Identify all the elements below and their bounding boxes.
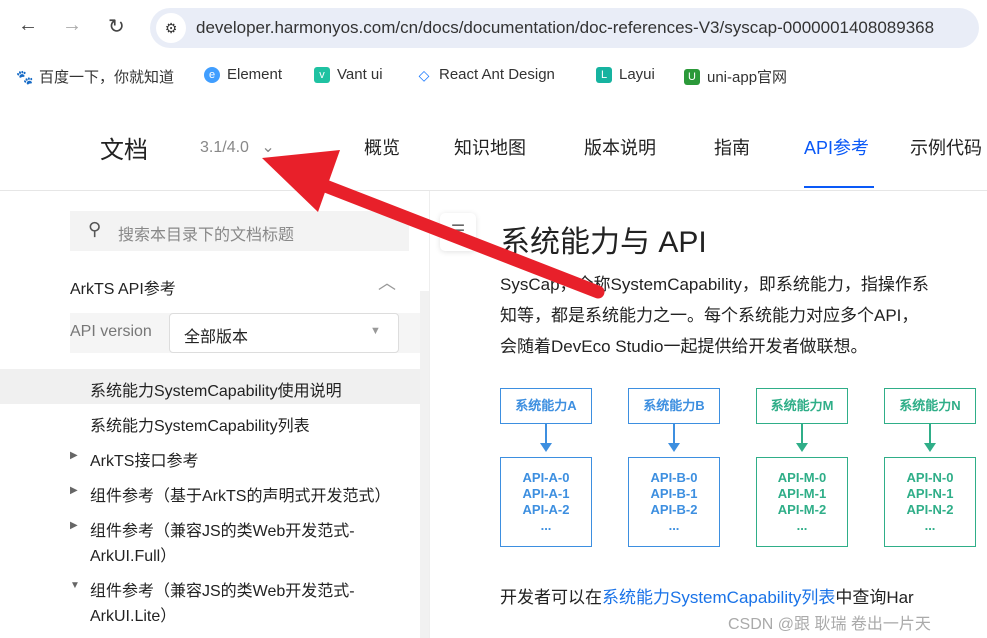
annotation-arrow (262, 150, 605, 299)
arrow-head (262, 150, 340, 212)
arrow-shaft (303, 173, 605, 299)
